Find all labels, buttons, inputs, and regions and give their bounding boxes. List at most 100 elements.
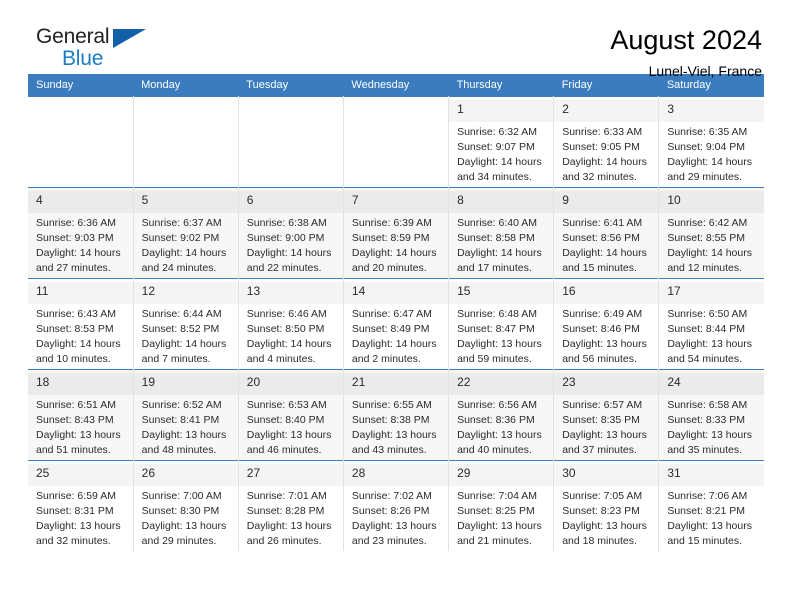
calendar-day-cell[interactable]: 2 Sunrise: 6:33 AM Sunset: 9:05 PM Daylig… (553, 96, 660, 188)
page-subtitle: Lunel-Viel, France (648, 63, 762, 80)
calendar-day-cell[interactable]: 23 Sunrise: 6:57 AM Sunset: 8:35 PM Dayli… (553, 369, 660, 461)
sun-times-detail: Sunrise: 6:36 AM Sunset: 9:03 PM Dayligh… (36, 217, 121, 274)
calendar-day-cell[interactable]: 16 Sunrise: 6:49 AM Sunset: 8:46 PM Dayli… (553, 278, 660, 370)
sun-times-detail: Sunrise: 6:59 AM Sunset: 8:31 PM Dayligh… (36, 490, 121, 547)
day-number: 10 (667, 193, 681, 207)
calendar-empty-cell (28, 96, 134, 188)
calendar-day-cell[interactable]: 29 Sunrise: 7:04 AM Sunset: 8:25 PM Dayli… (448, 460, 555, 551)
sun-times-detail: Sunrise: 6:48 AM Sunset: 8:47 PM Dayligh… (457, 308, 542, 365)
calendar-day-cell[interactable]: 26 Sunrise: 7:00 AM Sunset: 8:30 PM Dayli… (133, 460, 239, 551)
calendar-table: Sunday Monday Tuesday Wednesday Thursday Frid… (28, 74, 764, 551)
calendar-day-cell[interactable]: 24 Sunrise: 6:58 AM Sunset: 8:33 PM Dayli… (658, 369, 764, 461)
day-number: 15 (457, 284, 471, 298)
day-number-band: 17 (659, 282, 764, 304)
calendar-empty-cell (343, 96, 450, 188)
sun-times-detail: Sunrise: 6:47 AM Sunset: 8:49 PM Dayligh… (351, 308, 437, 365)
sun-times-detail: Sunrise: 6:38 AM Sunset: 9:00 PM Dayligh… (246, 217, 332, 274)
sun-times-detail: Sunrise: 6:57 AM Sunset: 8:35 PM Dayligh… (562, 399, 647, 456)
sun-times-detail: Sunrise: 6:42 AM Sunset: 8:55 PM Dayligh… (667, 217, 752, 274)
sun-times-detail: Sunrise: 6:37 AM Sunset: 9:02 PM Dayligh… (141, 217, 227, 274)
cell-content: 2 Sunrise: 6:33 AM Sunset: 9:05 PM Daylig… (554, 97, 659, 185)
calendar-day-cell[interactable]: 8 Sunrise: 6:40 AM Sunset: 8:58 PM Daylig… (448, 187, 555, 279)
day-number: 29 (457, 466, 471, 480)
day-number: 14 (351, 284, 366, 298)
day-number-band: 10 (659, 191, 764, 213)
calendar-day-cell[interactable]: 15 Sunrise: 6:48 AM Sunset: 8:47 PM Dayli… (448, 278, 555, 370)
day-number-band: 14 (343, 282, 449, 304)
brand-name-general: General (36, 25, 110, 48)
day-number: 5 (141, 193, 149, 207)
sun-times-detail: Sunrise: 6:53 AM Sunset: 8:40 PM Dayligh… (246, 399, 332, 456)
calendar-week-row: 25 Sunrise: 6:59 AM Sunset: 8:31 PM Dayli… (28, 460, 764, 551)
day-number: 23 (562, 375, 576, 389)
calendar-day-cell[interactable]: 28 Sunrise: 7:02 AM Sunset: 8:26 PM Dayli… (343, 460, 450, 551)
day-number-band: 18 (28, 373, 133, 395)
calendar-day-cell[interactable]: 27 Sunrise: 7:01 AM Sunset: 8:28 PM Dayli… (238, 460, 344, 551)
day-number: 2 (562, 102, 569, 116)
sun-times-detail: Sunrise: 6:58 AM Sunset: 8:33 PM Dayligh… (667, 399, 752, 456)
day-number: 9 (562, 193, 569, 207)
sun-times-detail: Sunrise: 6:33 AM Sunset: 9:05 PM Dayligh… (562, 126, 647, 183)
day-number: 1 (457, 102, 464, 116)
sun-times-detail: Sunrise: 6:51 AM Sunset: 8:43 PM Dayligh… (36, 399, 121, 456)
sun-times-detail: Sunrise: 6:52 AM Sunset: 8:41 PM Dayligh… (141, 399, 227, 456)
day-number-band: 28 (343, 464, 449, 486)
calendar-day-cell[interactable]: 5 Sunrise: 6:37 AM Sunset: 9:02 PM Daylig… (133, 187, 239, 279)
cell-content: 4 Sunrise: 6:36 AM Sunset: 9:03 PM Daylig… (28, 188, 133, 276)
calendar-day-cell[interactable]: 7 Sunrise: 6:39 AM Sunset: 8:59 PM Daylig… (343, 187, 450, 279)
cell-content (134, 97, 238, 110)
day-number-band: 4 (28, 191, 133, 213)
calendar-day-cell[interactable]: 13 Sunrise: 6:46 AM Sunset: 8:50 PM Dayli… (238, 278, 344, 370)
cell-content: 5 Sunrise: 6:37 AM Sunset: 9:02 PM Daylig… (133, 188, 238, 276)
calendar-day-cell[interactable]: 31 Sunrise: 7:06 AM Sunset: 8:21 PM Dayli… (658, 460, 764, 551)
cell-content: 24 Sunrise: 6:58 AM Sunset: 8:33 PM Dayli… (659, 370, 764, 458)
calendar-day-cell[interactable]: 20 Sunrise: 6:53 AM Sunset: 8:40 PM Dayli… (238, 369, 344, 461)
calendar-week-row: 11 Sunrise: 6:43 AM Sunset: 8:53 PM Dayli… (28, 278, 764, 370)
sun-times-detail: Sunrise: 6:55 AM Sunset: 8:38 PM Dayligh… (351, 399, 437, 456)
calendar-day-cell[interactable]: 18 Sunrise: 6:51 AM Sunset: 8:43 PM Dayli… (28, 369, 134, 461)
sun-times-detail: Sunrise: 6:39 AM Sunset: 8:59 PM Dayligh… (351, 217, 437, 274)
day-number: 18 (36, 375, 50, 389)
day-number: 27 (246, 466, 261, 480)
cell-content: 29 Sunrise: 7:04 AM Sunset: 8:25 PM Dayli… (449, 461, 554, 549)
calendar-empty-cell (133, 96, 239, 188)
day-number: 8 (457, 193, 464, 207)
calendar-day-cell[interactable]: 25 Sunrise: 6:59 AM Sunset: 8:31 PM Dayli… (28, 460, 134, 551)
cell-content: 20 Sunrise: 6:53 AM Sunset: 8:40 PM Dayli… (238, 370, 343, 458)
sun-times-detail: Sunrise: 6:41 AM Sunset: 8:56 PM Dayligh… (562, 217, 647, 274)
day-number-band: 12 (133, 282, 238, 304)
calendar-day-cell[interactable]: 14 Sunrise: 6:47 AM Sunset: 8:49 PM Dayli… (343, 278, 450, 370)
calendar-day-cell[interactable]: 17 Sunrise: 6:50 AM Sunset: 8:44 PM Dayli… (658, 278, 764, 370)
calendar-day-cell[interactable]: 4 Sunrise: 6:36 AM Sunset: 9:03 PM Daylig… (28, 187, 134, 279)
sun-times-detail: Sunrise: 7:05 AM Sunset: 8:23 PM Dayligh… (562, 490, 647, 547)
calendar-day-cell[interactable]: 21 Sunrise: 6:55 AM Sunset: 8:38 PM Dayli… (343, 369, 450, 461)
cell-content: 15 Sunrise: 6:48 AM Sunset: 8:47 PM Dayli… (449, 279, 554, 367)
cell-content: 1 Sunrise: 6:32 AM Sunset: 9:07 PM Daylig… (449, 97, 554, 185)
cell-content: 21 Sunrise: 6:55 AM Sunset: 8:38 PM Dayli… (343, 370, 449, 458)
day-number-band: 20 (238, 373, 343, 395)
calendar-day-cell[interactable]: 30 Sunrise: 7:05 AM Sunset: 8:23 PM Dayli… (553, 460, 660, 551)
cell-content: 12 Sunrise: 6:44 AM Sunset: 8:52 PM Dayli… (133, 279, 238, 367)
calendar-day-cell[interactable]: 19 Sunrise: 6:52 AM Sunset: 8:41 PM Dayli… (133, 369, 239, 461)
calendar-day-cell[interactable]: 1 Sunrise: 6:32 AM Sunset: 9:07 PM Daylig… (448, 96, 555, 188)
cell-content: 16 Sunrise: 6:49 AM Sunset: 8:46 PM Dayli… (554, 279, 659, 367)
day-number: 21 (351, 375, 366, 389)
sun-times-detail: Sunrise: 7:02 AM Sunset: 8:26 PM Dayligh… (351, 490, 437, 547)
cell-content (28, 97, 133, 110)
calendar-day-cell[interactable]: 3 Sunrise: 6:35 AM Sunset: 9:04 PM Daylig… (658, 96, 764, 188)
calendar-day-cell[interactable]: 6 Sunrise: 6:38 AM Sunset: 9:00 PM Daylig… (238, 187, 344, 279)
calendar-day-cell[interactable]: 11 Sunrise: 6:43 AM Sunset: 8:53 PM Dayli… (28, 278, 134, 370)
calendar-page: General Blue August 2024 Lunel-Viel, Fra… (0, 0, 792, 612)
day-number-band: 15 (449, 282, 554, 304)
calendar-day-cell[interactable]: 22 Sunrise: 6:56 AM Sunset: 8:36 PM Dayli… (448, 369, 555, 461)
cell-content (239, 97, 343, 110)
page-title: August 2024 (610, 25, 762, 55)
sun-times-detail: Sunrise: 6:43 AM Sunset: 8:53 PM Dayligh… (36, 308, 121, 365)
day-number: 12 (141, 284, 155, 298)
calendar-day-cell[interactable]: 12 Sunrise: 6:44 AM Sunset: 8:52 PM Dayli… (133, 278, 239, 370)
calendar-day-cell[interactable]: 10 Sunrise: 6:42 AM Sunset: 8:55 PM Dayli… (658, 187, 764, 279)
sun-times-detail: Sunrise: 7:01 AM Sunset: 8:28 PM Dayligh… (246, 490, 332, 547)
calendar-day-cell[interactable]: 9 Sunrise: 6:41 AM Sunset: 8:56 PM Daylig… (553, 187, 660, 279)
calendar-week-row: 4 Sunrise: 6:36 AM Sunset: 9:03 PM Daylig… (28, 187, 764, 279)
day-number: 13 (246, 284, 261, 298)
